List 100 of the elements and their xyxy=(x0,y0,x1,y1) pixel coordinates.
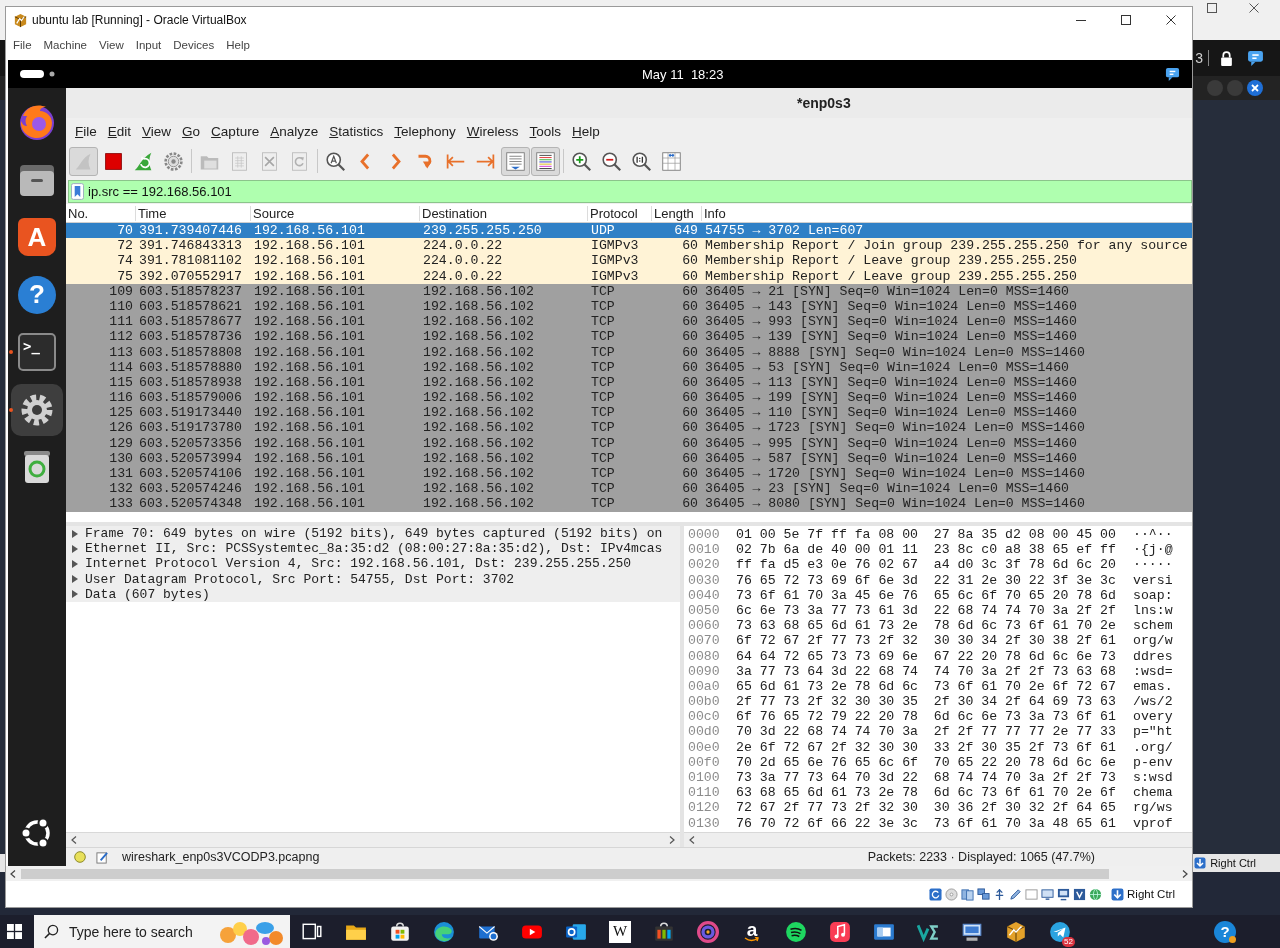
network-icon[interactable] xyxy=(977,887,991,901)
packet-row[interactable]: 111 603.518578677 192.168.56.101 192.168.56.102 TCP 60 36405 → 993 [SYN] Seq=0 Win=1024 Len=0 MSS=1460 xyxy=(66,314,1192,330)
tree-item-text: Data (607 bytes) xyxy=(85,586,210,602)
menu-item[interactable]: Help xyxy=(572,123,600,139)
expand-arrow-icon[interactable] xyxy=(72,575,78,584)
display-icon[interactable] xyxy=(1041,887,1055,901)
ascii-bytes: chema xyxy=(1133,785,1173,801)
letter-tile-icon[interactable]: W xyxy=(609,920,631,943)
chat-bubble-icon[interactable] xyxy=(1165,66,1180,82)
menu-item[interactable]: File xyxy=(13,39,32,51)
menu-item[interactable]: Devices xyxy=(173,39,215,51)
ascii-bytes: ·{j·@ xyxy=(1133,542,1173,558)
expand-arrow-icon[interactable] xyxy=(72,590,78,599)
expand-arrow-icon[interactable] xyxy=(72,544,78,553)
close-circle-icon[interactable] xyxy=(1247,80,1263,96)
sound-waves-icon[interactable] xyxy=(785,920,807,943)
menu-item[interactable]: Wireless xyxy=(466,123,519,139)
table-cell-text: 239.255.255.250 xyxy=(422,223,543,239)
scroll-left-icon[interactable] xyxy=(71,836,77,844)
column-header[interactable]: Length xyxy=(652,205,702,221)
menu-item[interactable]: File xyxy=(75,123,97,139)
scroll-left-icon[interactable] xyxy=(689,836,695,844)
dock-app-button[interactable]: A xyxy=(11,211,63,263)
paper-plane-icon[interactable] xyxy=(1049,920,1071,943)
terminal-icon: >_ xyxy=(18,333,56,371)
menu-item[interactable]: Help xyxy=(226,39,250,51)
expand-arrow-icon[interactable] xyxy=(72,559,78,568)
byte-offset: 00a0 xyxy=(687,678,721,695)
folders-icon[interactable] xyxy=(961,887,975,901)
scrollbar-thumb[interactable] xyxy=(21,868,1109,879)
dock-app-button[interactable]: ? xyxy=(11,268,63,321)
shopping-bag-icon[interactable] xyxy=(389,920,411,943)
display-filter-field[interactable]: ip.src == 192.168.56.101 xyxy=(68,180,1192,203)
menu-item[interactable]: Capture xyxy=(211,123,260,139)
bookmark-icon[interactable] xyxy=(71,183,84,200)
column-header[interactable]: Info xyxy=(702,205,1192,221)
pencil-icon[interactable] xyxy=(1009,887,1023,901)
column-header[interactable]: Destination xyxy=(420,205,588,221)
chip-icon[interactable] xyxy=(1073,887,1087,901)
spiral-icon[interactable] xyxy=(697,920,719,943)
chat-bubble-icon[interactable] xyxy=(1247,49,1264,67)
monitor-icon[interactable] xyxy=(1057,887,1071,901)
menu-item[interactable]: Machine xyxy=(43,39,87,51)
packet-row[interactable]: 126 603.519173780 192.168.56.101 192.168.56.102 TCP 60 36405 → 1723 [SYN] Seq=0 Win=1024 Len=0 MSS=1460 xyxy=(66,420,1192,436)
column-header[interactable]: Source xyxy=(251,205,420,221)
scroll-right-icon[interactable] xyxy=(669,836,675,844)
menu-item[interactable]: Tools xyxy=(529,123,562,139)
close-icon[interactable] xyxy=(1166,15,1176,25)
table-cell-text: 192.168.56.101 xyxy=(253,268,366,284)
table-cell-text: 60 xyxy=(681,283,699,299)
hex-bytes: ff fa d5 e3 0e 76 02 67 a4 d0 3c 3f 78 6d 6c 20 xyxy=(736,557,1117,573)
menu-item[interactable]: Analyze xyxy=(270,123,319,139)
ascii-bytes: p="ht xyxy=(1133,724,1173,740)
packet-row[interactable]: 70 391.739407446 192.168.56.101 239.255.255.250 UDP 649 54755 → 3702 Len=607 xyxy=(66,223,1192,239)
lock-icon[interactable] xyxy=(1220,50,1233,66)
four-squares-icon[interactable] xyxy=(7,924,22,939)
question-mark-icon[interactable]: ? xyxy=(1214,920,1236,943)
horizontal-scrollbar[interactable] xyxy=(6,866,1192,881)
packet-row[interactable]: 74 391.781081102 192.168.56.101 224.0.0.22 IGMPv3 60 Membership Report / Leave group 239.255.255.250 xyxy=(66,253,1192,269)
close-icon[interactable] xyxy=(1249,3,1259,13)
menu-item[interactable]: View xyxy=(142,123,172,139)
packet-row[interactable]: 112 603.518578736 192.168.56.101 192.168.56.102 TCP 60 36405 → 139 [SYN] Seq=0 Win=1024 Len=0 MSS=1460 xyxy=(66,329,1192,345)
dock-app-button[interactable]: >_ xyxy=(11,326,63,378)
menu-item[interactable]: Statistics xyxy=(329,123,384,139)
scroll-left-icon[interactable] xyxy=(10,869,16,878)
column-header[interactable]: No. xyxy=(66,205,136,221)
column-header[interactable]: Time xyxy=(136,205,251,221)
refresh-icon[interactable] xyxy=(929,887,943,901)
column-header[interactable]: Protocol xyxy=(588,205,652,221)
menu-item[interactable]: Edit xyxy=(107,123,132,139)
status-dot-icon[interactable] xyxy=(74,851,86,863)
horizontal-scrollbar[interactable] xyxy=(684,832,1192,847)
packet-row[interactable]: 131 603.520574106 192.168.56.101 192.168.56.102 TCP 60 36405 → 1720 [SYN] Seq=0 Win=1024 Len=0 MSS=1460 xyxy=(66,466,1192,482)
menu-item[interactable]: Telephony xyxy=(394,123,456,139)
menu-item[interactable]: Input xyxy=(135,39,162,51)
byte-offset: 0040 xyxy=(687,587,721,603)
cube-icon[interactable] xyxy=(1005,920,1027,943)
workspace-dots-icon[interactable] xyxy=(20,70,56,78)
dock-app-button[interactable] xyxy=(11,383,63,436)
table-cell-text: 391.739407446 xyxy=(138,223,243,239)
clock[interactable]: May 11 18:23 xyxy=(642,66,724,82)
music-note-icon[interactable] xyxy=(829,920,851,943)
horizontal-scrollbar[interactable] xyxy=(66,832,680,847)
menu-item[interactable]: View xyxy=(99,39,124,51)
packet-row[interactable]: 133 603.520574348 192.168.56.101 192.168.56.102 TCP 60 36405 → 8080 [SYN] Seq=0 Win=1024 Len=0 MSS=1460 xyxy=(66,496,1192,512)
striped-bag-icon[interactable] xyxy=(653,920,675,943)
table-cell-text: 60 xyxy=(681,496,699,512)
menu-item[interactable]: Go xyxy=(182,123,201,139)
pencil-note-icon[interactable] xyxy=(96,850,109,864)
packet-row[interactable]: 72 391.746843313 192.168.56.101 224.0.0.22 IGMPv3 60 Membership Report / Join group 239.255.255.250 for any source xyxy=(66,238,1192,254)
table-cell-text: TCP xyxy=(590,344,616,360)
maximize-icon[interactable] xyxy=(1207,3,1217,13)
globe-icon[interactable] xyxy=(1089,887,1103,901)
maximize-icon[interactable] xyxy=(1121,15,1131,25)
packet-row[interactable]: 132 603.520574246 192.168.56.101 192.168.56.102 TCP 60 36405 → 23 [SYN] Seq=0 Win=1024 Len=0 MSS=1460 xyxy=(66,481,1192,497)
packet-row[interactable]: 116 603.518579006 192.168.56.101 192.168.56.102 TCP 60 36405 → 199 [SYN] Seq=0 Win=1024 Len=0 MSS=1460 xyxy=(66,390,1192,406)
scroll-right-icon[interactable] xyxy=(1182,869,1188,878)
expand-arrow-icon[interactable] xyxy=(72,529,78,538)
swirl-circle-icon[interactable] xyxy=(433,920,455,943)
packet-row[interactable]: 125 603.519173440 192.168.56.101 192.168.56.102 TCP 60 36405 → 110 [SYN] Seq=0 Win=1024 Len=0 MSS=1460 xyxy=(66,405,1192,421)
